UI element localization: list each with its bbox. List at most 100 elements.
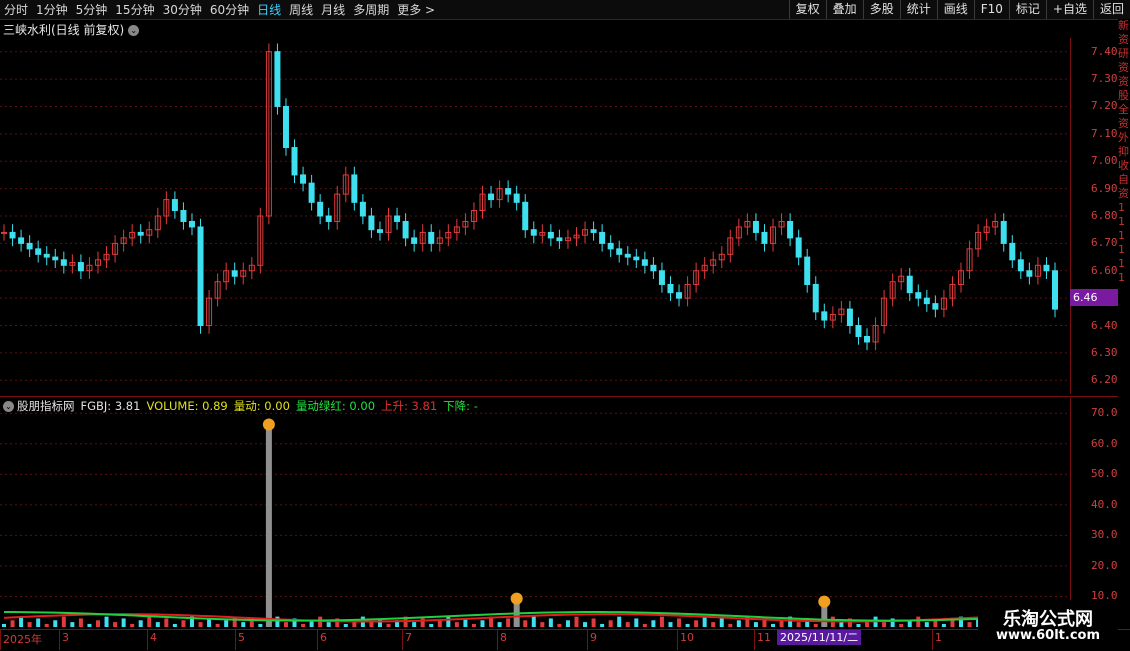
date-tick-label: 4	[150, 631, 157, 644]
indicator-liangdong: 量动: 0.00	[233, 399, 290, 413]
price-tick-label: 7.20	[1091, 99, 1118, 113]
volume-bar	[702, 616, 707, 627]
candle-body	[317, 201, 324, 217]
volume-bar	[711, 622, 716, 627]
candle-body	[616, 248, 623, 255]
candle-body	[667, 283, 674, 294]
candle-body	[607, 242, 614, 250]
kline-chart[interactable]	[0, 0, 1130, 650]
right-strip-item[interactable]: 自	[1118, 173, 1130, 187]
volume-bar	[19, 616, 24, 627]
volume-bar	[480, 620, 485, 627]
candle-body	[932, 303, 939, 310]
period-tab-10[interactable]: 更多 >	[397, 1, 435, 18]
right-strip-item[interactable]: 1	[1118, 257, 1130, 271]
volume-bar	[369, 622, 374, 627]
right-strip-item[interactable]: 资	[1118, 187, 1130, 201]
candle-body	[855, 325, 862, 337]
candle-body	[658, 270, 665, 285]
right-strip-item[interactable]: 全	[1118, 103, 1130, 117]
chevron-down-icon[interactable]: ⌄	[3, 401, 14, 412]
period-tab-9[interactable]: 多周期	[353, 1, 389, 18]
tool-button-3[interactable]: 统计	[899, 0, 937, 19]
tool-button-6[interactable]: 标记	[1008, 0, 1046, 19]
volume-bar	[583, 622, 588, 627]
tool-button-7[interactable]: +自选	[1045, 0, 1093, 19]
volume-bar	[899, 623, 904, 627]
candle-body	[513, 193, 520, 203]
right-strip-item[interactable]: 抑	[1118, 145, 1130, 159]
right-strip-item[interactable]: 1	[1118, 215, 1130, 229]
right-strip-item[interactable]: 1	[1118, 271, 1130, 285]
right-strip-item[interactable]: 资	[1118, 117, 1130, 131]
date-separator	[0, 630, 1, 650]
right-strip-item[interactable]: 资	[1118, 33, 1130, 47]
candle-body	[1052, 270, 1058, 310]
spike-marker	[262, 418, 275, 431]
date-separator	[235, 630, 236, 650]
volume-bar	[916, 616, 921, 627]
period-tab-3[interactable]: 15分钟	[115, 1, 154, 18]
date-separator	[147, 630, 148, 650]
candle-body	[35, 248, 42, 255]
candle-body	[547, 231, 554, 239]
candle-body	[60, 259, 67, 266]
candle-body	[795, 237, 802, 258]
tool-button-4[interactable]: 画线	[936, 0, 974, 19]
date-separator	[402, 630, 403, 650]
volume-bar	[941, 623, 946, 627]
price-tick-label: 7.40	[1091, 44, 1118, 58]
right-strip-item[interactable]: 资	[1118, 61, 1130, 75]
volume-bar	[967, 622, 972, 627]
tool-button-8[interactable]: 返回	[1092, 0, 1130, 19]
volume-bar	[130, 623, 135, 627]
period-tab-2[interactable]: 5分钟	[76, 1, 108, 18]
period-tab-7[interactable]: 周线	[289, 1, 313, 18]
candle-body	[761, 231, 768, 244]
period-tab-1[interactable]: 1分钟	[36, 1, 68, 18]
volume-bar	[437, 620, 442, 627]
period-tab-8[interactable]: 月线	[321, 1, 345, 18]
volume-spike	[821, 605, 828, 627]
volume-bar	[198, 622, 203, 627]
period-tab-5[interactable]: 60分钟	[210, 1, 249, 18]
right-strip-item[interactable]: 新	[1118, 19, 1130, 33]
right-strip-item[interactable]: 研	[1118, 47, 1130, 61]
right-strip-item[interactable]: 收	[1118, 159, 1130, 173]
candle-body	[231, 270, 238, 277]
right-strip-item[interactable]: 股	[1118, 89, 1130, 103]
date-separator	[587, 630, 588, 650]
date-tick-label: 5	[238, 631, 245, 644]
volume-bar	[429, 623, 434, 627]
period-tab-4[interactable]: 30分钟	[163, 1, 202, 18]
indicator-axis: 70.00 60.00 50.00 40.00 30.00 20.00 10.00	[1070, 398, 1124, 628]
volume-bar	[856, 623, 861, 627]
candle-body	[300, 174, 307, 184]
date-tick-label: 7	[405, 631, 412, 644]
volume-bar	[506, 618, 511, 627]
volume-bar	[155, 622, 160, 627]
right-info-strip[interactable]: 新资研资资股全资外抑收自资111111	[1118, 19, 1130, 629]
volume-bar	[454, 622, 459, 627]
period-tab-6[interactable]: 日线	[257, 1, 281, 18]
right-strip-item[interactable]: 资	[1118, 75, 1130, 89]
tool-button-1[interactable]: 叠加	[825, 0, 863, 19]
tool-button-5[interactable]: F10	[973, 0, 1009, 19]
candle-body	[171, 199, 178, 212]
candle-body	[77, 262, 84, 272]
date-tick-label: 6	[320, 631, 327, 644]
volume-bar	[258, 623, 263, 627]
right-strip-item[interactable]: 1	[1118, 243, 1130, 257]
right-strip-item[interactable]: 外	[1118, 131, 1130, 145]
right-strip-item[interactable]: 1	[1118, 201, 1130, 215]
candle-body	[599, 231, 606, 244]
period-tab-0[interactable]: 分时	[4, 1, 28, 18]
tool-button-0[interactable]: 复权	[788, 0, 826, 19]
volume-bar	[78, 618, 83, 627]
chevron-down-icon[interactable]: ⌄	[128, 25, 140, 36]
tool-button-2[interactable]: 多股	[862, 0, 900, 19]
volume-bar	[471, 623, 476, 627]
date-separator	[317, 630, 318, 650]
right-strip-item[interactable]: 1	[1118, 229, 1130, 243]
volume-bar	[224, 620, 229, 627]
